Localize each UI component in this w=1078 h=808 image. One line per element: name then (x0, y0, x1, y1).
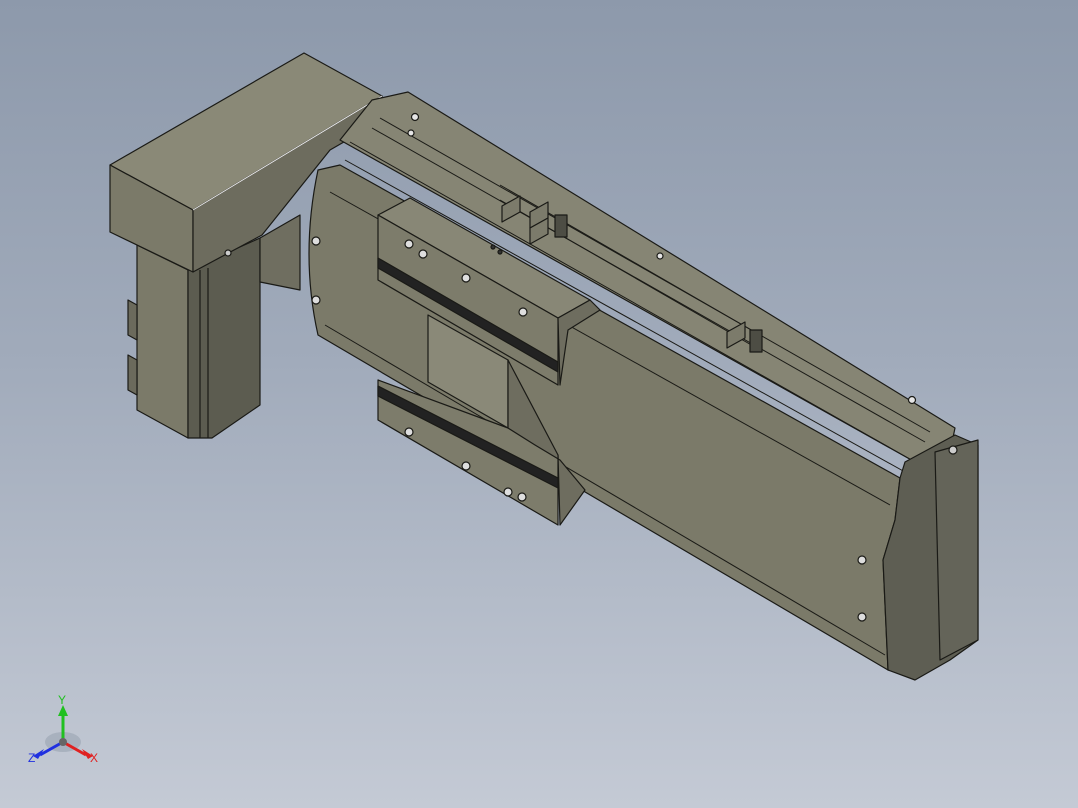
motor-housing-front (136, 244, 189, 439)
carriage-screw (461, 273, 471, 283)
carriage-screw (518, 307, 528, 317)
carriage-screw (517, 492, 527, 502)
rail-top-hole (410, 112, 420, 122)
x-axis-label: X (90, 751, 98, 765)
rail-top-hole (656, 252, 664, 260)
z-axis-label: Z (28, 751, 35, 765)
carriage-screw (404, 239, 414, 249)
end-cap-side (934, 439, 979, 661)
linear-actuator-model[interactable] (0, 0, 1078, 808)
y-axis-label: Y (58, 693, 66, 707)
cad-viewport[interactable]: Y X Z (0, 0, 1078, 808)
motor-side-tab (127, 354, 138, 396)
motor-side-tab (127, 299, 138, 341)
carriage-small-hole (490, 244, 496, 250)
belt-box-screw (224, 249, 232, 257)
rail-top-hole (907, 395, 917, 405)
carriage-screw (503, 487, 513, 497)
rail-end-screw (857, 555, 867, 565)
end-cap-hole (948, 445, 958, 455)
rail-end-screw (857, 612, 867, 622)
carriage-screw (418, 249, 428, 259)
rail-end-screw (311, 295, 321, 305)
carriage-small-hole (497, 249, 503, 255)
rail-top-hole (407, 129, 415, 137)
triad-origin (59, 738, 67, 746)
carriage-screw (461, 461, 471, 471)
rail-end-screw (311, 236, 321, 246)
sensor-connector (554, 214, 568, 238)
sensor-connector (749, 329, 763, 353)
carriage-screw (404, 427, 414, 437)
orientation-triad: Y X Z (28, 693, 98, 765)
